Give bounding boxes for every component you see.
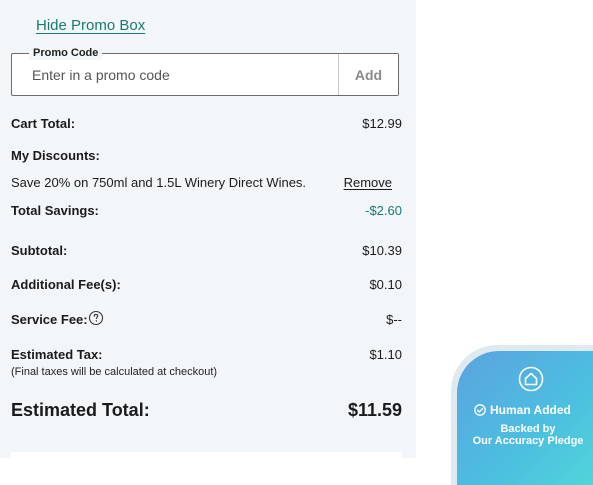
promo-code-input[interactable] [12,54,340,95]
promo-code-field: Promo Code Add [11,46,399,96]
additional-fees-value: $0.10 [369,277,402,292]
add-promo-button[interactable]: Add [338,54,398,95]
subtotal-value: $10.39 [362,243,402,258]
cart-total-value: $12.99 [362,116,402,131]
total-savings-label: Total Savings: [11,203,99,218]
badge-body: Human Added Backed by Our Accuracy Pledg… [457,351,593,485]
estimated-tax-value: $1.10 [369,347,402,362]
badge-line-1: Backed by [500,423,556,435]
tax-note: (Final taxes will be calculated at check… [11,366,218,378]
additional-fees-label: Additional Fee(s): [11,277,121,292]
check-circle-icon [474,404,486,416]
total-savings-value: -$2.60 [365,203,402,218]
badge-line-2: Our Accuracy Pledge [472,435,584,447]
badge-title-text: Human Added [490,403,571,417]
service-fee-label: Service Fee: [11,312,88,327]
cart-total-label: Cart Total: [11,116,76,131]
estimated-total-label: Estimated Total: [11,400,150,420]
subtotal-label: Subtotal: [11,243,68,258]
service-fee-value: $-- [386,312,402,327]
badge-title: Human Added [474,403,593,417]
remove-discount-link[interactable]: Remove [344,175,392,190]
discount-description: Save 20% on 750ml and 1.5L Winery Direct… [11,175,307,190]
discounts-label: My Discounts: [11,148,100,163]
badge-subtitle: Backed by Our Accuracy Pledge [457,423,593,447]
accuracy-pledge-badge[interactable]: Human Added Backed by Our Accuracy Pledg… [451,345,593,485]
hide-promo-box-link[interactable]: Hide Promo Box [36,17,145,34]
home-shield-icon [518,366,544,392]
estimated-tax-label: Estimated Tax: [11,347,103,362]
order-summary-panel: Hide Promo Box Promo Code Add Cart Total… [0,0,416,462]
checkout-card [11,452,402,462]
question-circle-icon[interactable] [88,310,104,326]
estimated-total-value: $11.59 [347,400,402,420]
